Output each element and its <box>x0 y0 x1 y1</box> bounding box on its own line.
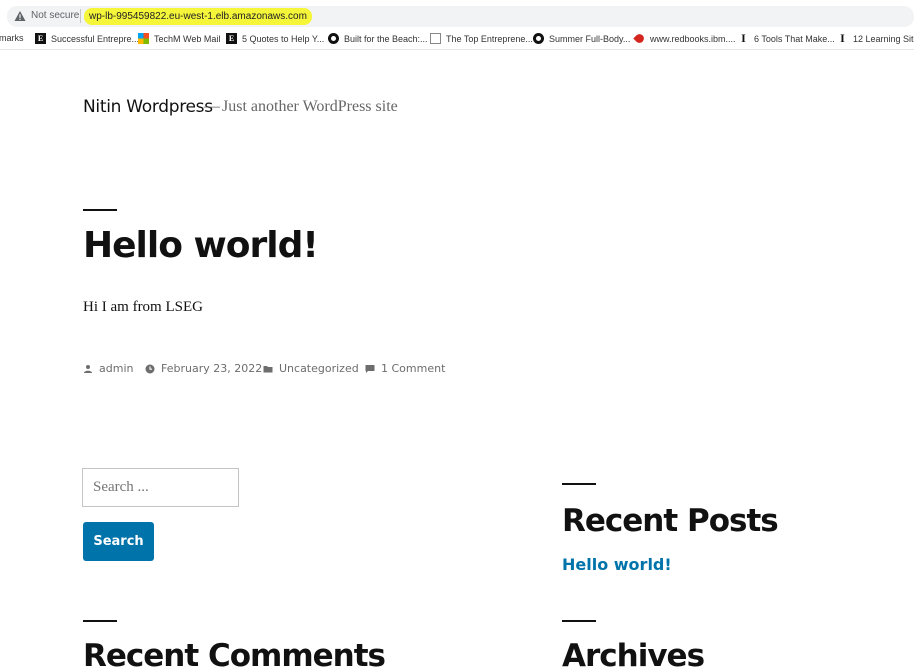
security-label[interactable]: Not secure <box>31 10 79 21</box>
comments-text: 1 Comment <box>381 362 446 375</box>
bookmark-label: rmarks <box>0 33 24 43</box>
i-icon: I <box>741 31 746 45</box>
e-icon: E <box>35 33 46 44</box>
bookmark-item[interactable]: E 5 Quotes to Help Y... <box>226 33 324 44</box>
divider <box>83 620 117 622</box>
divider <box>562 483 596 485</box>
e-icon: E <box>226 33 237 44</box>
bookmark-label: Built for the Beach:... <box>344 33 428 44</box>
separator <box>80 9 81 23</box>
archives-title: Archives <box>562 638 705 671</box>
warning-icon[interactable] <box>14 10 26 22</box>
clock-icon <box>145 364 155 373</box>
address-bar: Not secure wp-lb-995459822.eu-west-1.elb… <box>0 0 914 30</box>
bookmark-label: Summer Full-Body... <box>549 33 631 44</box>
bookmark-item[interactable]: Summer Full-Body... <box>533 33 630 44</box>
bookmark-item[interactable]: The Top Entreprene... <box>430 33 533 44</box>
search-input[interactable] <box>82 468 239 507</box>
recent-post-link[interactable]: Hello world! <box>562 555 672 574</box>
person-icon <box>84 364 92 373</box>
site-description: Just another WordPress site <box>222 98 398 115</box>
bookmark-item[interactable]: www.redbooks.ibm.... <box>633 32 736 45</box>
post-date[interactable]: February 23, 2022 <box>145 362 262 375</box>
site-title-link[interactable]: Nitin Wordpress <box>83 97 213 117</box>
bookmark-item[interactable]: I 6 Tools That Make... <box>738 31 835 45</box>
folder-icon <box>263 365 273 372</box>
url-text[interactable]: wp-lb-995459822.eu-west-1.elb.amazonaws.… <box>84 8 312 25</box>
i-icon: I <box>840 31 845 45</box>
bookmarks-bar: rmarks E Successful Entrepre... TechM We… <box>0 30 914 50</box>
microsoft-icon <box>138 33 149 44</box>
circle-icon <box>533 33 544 44</box>
bookmark-item[interactable]: E Successful Entrepre... <box>35 33 139 44</box>
doc-icon <box>430 33 441 44</box>
bookmark-item[interactable]: I 12 Learning Site <box>837 31 914 45</box>
search-button[interactable]: Search <box>83 522 154 561</box>
post-content: Hi I am from LSEG <box>83 299 203 315</box>
red-pin-icon <box>633 32 646 45</box>
category-text: Uncategorized <box>279 362 359 375</box>
author-name: admin <box>99 362 134 375</box>
post-title[interactable]: Hello world! <box>83 225 319 266</box>
divider <box>83 209 117 211</box>
bookmark-label: Successful Entrepre... <box>51 33 140 44</box>
circle-icon <box>328 33 339 44</box>
bookmark-label: 12 Learning Site <box>853 33 914 44</box>
bookmark-item[interactable]: rmarks <box>0 33 24 43</box>
divider <box>562 620 596 622</box>
post-date-text: February 23, 2022 <box>161 362 263 375</box>
bookmark-item[interactable]: TechM Web Mail <box>138 33 220 44</box>
post-comments[interactable]: 1 Comment <box>365 362 445 375</box>
bookmark-label: TechM Web Mail <box>154 33 221 44</box>
bookmark-label: 5 Quotes to Help Y... <box>242 33 325 44</box>
comment-icon <box>365 364 375 373</box>
recent-comments-title: Recent Comments <box>83 638 386 671</box>
recent-posts-title: Recent Posts <box>562 503 779 539</box>
post-category[interactable]: Uncategorized <box>263 362 359 375</box>
bookmark-item[interactable]: Built for the Beach:... <box>328 33 428 44</box>
bookmark-label: www.redbooks.ibm.... <box>650 33 736 44</box>
bookmark-label: 6 Tools That Make... <box>754 33 835 44</box>
post-author[interactable]: admin <box>83 362 133 375</box>
bookmark-label: The Top Entreprene... <box>446 33 533 44</box>
title-separator: — <box>204 98 220 115</box>
